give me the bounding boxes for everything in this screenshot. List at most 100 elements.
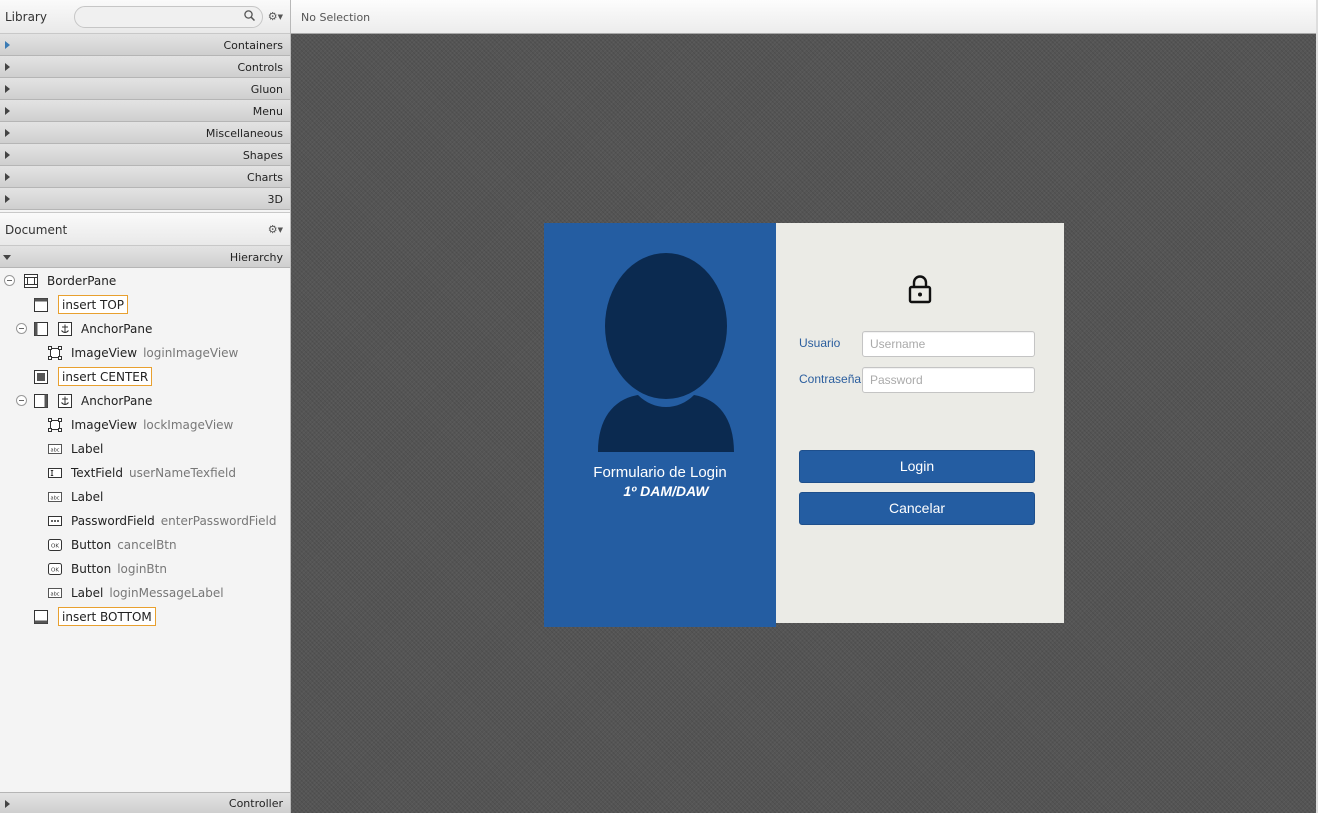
node-fx-id: loginMessageLabel (109, 586, 224, 600)
category-label: Miscellaneous (205, 127, 283, 140)
password-input[interactable] (862, 367, 1035, 393)
region-right-icon (34, 394, 48, 408)
expand-arrow-icon (5, 85, 10, 93)
insert-center-slot[interactable]: insert CENTER (58, 367, 153, 386)
collapse-toggle-icon[interactable] (16, 323, 27, 334)
tree-node-insert-top[interactable]: insert TOP (0, 293, 290, 317)
expand-arrow-icon (5, 195, 10, 203)
tree-node-label-message[interactable]: abc Label loginMessageLabel (0, 581, 290, 605)
tree-node-insert-bottom[interactable]: insert BOTTOM (0, 605, 290, 629)
collapse-arrow-icon (3, 255, 11, 260)
region-center-icon (34, 370, 48, 384)
tree-node-borderpane[interactable]: BorderPane (0, 269, 290, 293)
expand-arrow-icon (5, 800, 10, 808)
label-icon: abc (48, 492, 62, 502)
contrasena-label: Contraseña (799, 372, 862, 386)
collapse-toggle-icon[interactable] (16, 395, 27, 406)
tree-node-label: TextField userNameTexfield (71, 466, 236, 480)
library-category-shapes[interactable]: Shapes (0, 144, 290, 166)
tree-node-button-cancel[interactable]: OK Button cancelBtn (0, 533, 290, 557)
button-icon: OK (48, 563, 62, 575)
category-label: Controls (237, 61, 284, 74)
tree-node-anchorpane-1[interactable]: AnchorPane (0, 317, 290, 341)
svg-text:abc: abc (51, 448, 60, 454)
document-gear-icon[interactable]: ⚙▼ (268, 223, 283, 236)
form-title: Formulario de Login (593, 464, 727, 481)
tree-node-textfield[interactable]: TextField userNameTexfield (0, 461, 290, 485)
library-search-input[interactable] (74, 6, 263, 28)
tree-node-passwordfield[interactable]: PasswordField enterPasswordField (0, 509, 290, 533)
tree-node-label: AnchorPane (81, 322, 153, 336)
anchor-icon (58, 394, 72, 408)
library-category-gluon[interactable]: Gluon (0, 78, 290, 100)
category-label: Menu (252, 105, 283, 118)
tree-node-label: PasswordField enterPasswordField (71, 514, 277, 528)
library-category-miscellaneous[interactable]: Miscellaneous (0, 122, 290, 144)
library-category-3d[interactable]: 3D (0, 188, 290, 210)
search-icon[interactable] (244, 10, 255, 21)
tree-node-label: AnchorPane (81, 394, 153, 408)
document-title: Document (5, 223, 68, 237)
hierarchy-label: Hierarchy (229, 251, 283, 264)
node-type: TextField (71, 466, 123, 480)
tree-node-label: Button loginBtn (71, 562, 167, 576)
imageview-icon (48, 346, 62, 360)
cancel-button[interactable]: Cancelar (799, 492, 1035, 525)
login-button[interactable]: Login (799, 450, 1035, 483)
tree-node-button-login[interactable]: OK Button loginBtn (0, 557, 290, 581)
borderpane-icon (24, 274, 38, 288)
tree-node-imageview-login[interactable]: ImageView loginImageView (0, 341, 290, 365)
node-fx-id: enterPasswordField (160, 514, 277, 528)
region-left-icon (34, 322, 48, 336)
node-type: Label (71, 586, 104, 600)
node-type: ImageView (71, 418, 138, 432)
canvas-toolbar: No Selection (291, 0, 1316, 34)
library-category-containers[interactable]: Containers (0, 34, 290, 56)
node-fx-id: cancelBtn (117, 538, 177, 552)
node-type: PasswordField (71, 514, 155, 528)
document-header: Document ⚙▼ (0, 212, 290, 246)
category-label: Shapes (242, 149, 283, 162)
label-icon: abc (48, 588, 62, 598)
tree-node-label-usuario[interactable]: abc Label (0, 437, 290, 461)
region-top-icon (34, 298, 48, 312)
library-title: Library (5, 10, 47, 24)
textfield-icon (48, 468, 62, 478)
lock-icon (908, 275, 932, 304)
login-right-pane[interactable]: Usuario Contraseña Login Cancelar (776, 223, 1064, 623)
region-bottom-icon (34, 610, 48, 624)
library-gear-icon[interactable]: ⚙▼ (268, 10, 283, 23)
controller-section[interactable]: Controller (0, 792, 290, 813)
expand-arrow-icon (5, 63, 10, 71)
insert-bottom-slot[interactable]: insert BOTTOM (58, 607, 156, 626)
expand-arrow-icon (5, 173, 10, 181)
hierarchy-section[interactable]: Hierarchy (0, 246, 290, 268)
tree-node-label-contrasena[interactable]: abc Label (0, 485, 290, 509)
label-icon: abc (48, 444, 62, 454)
svg-text:abc: abc (51, 592, 60, 598)
username-input[interactable] (862, 331, 1035, 357)
tree-node-label: BorderPane (47, 274, 117, 288)
library-category-menu[interactable]: Menu (0, 100, 290, 122)
usuario-label: Usuario (799, 336, 841, 350)
anchor-icon (58, 322, 72, 336)
tree-node-label: Label loginMessageLabel (71, 586, 224, 600)
tree-node-label: Label (71, 442, 104, 456)
node-fx-id: userNameTexfield (128, 466, 237, 480)
library-category-controls[interactable]: Controls (0, 56, 290, 78)
category-label: Containers (223, 39, 284, 52)
user-silhouette-icon (598, 253, 734, 452)
tree-node-insert-center[interactable]: insert CENTER (0, 365, 290, 389)
tree-node-imageview-lock[interactable]: ImageView lockImageView (0, 413, 290, 437)
svg-text:OK: OK (51, 544, 59, 550)
login-left-pane[interactable]: Formulario de Login 1º DAM/DAW (544, 223, 776, 627)
passwordfield-icon (48, 516, 62, 526)
library-category-charts[interactable]: Charts (0, 166, 290, 188)
library-header: Library ⚙▼ (0, 0, 290, 34)
selection-status: No Selection (301, 11, 371, 24)
insert-top-slot[interactable]: insert TOP (58, 295, 129, 314)
tree-node-anchorpane-2[interactable]: AnchorPane (0, 389, 290, 413)
collapse-toggle-icon[interactable] (4, 275, 15, 286)
form-subtitle: 1º DAM/DAW (623, 483, 709, 499)
expand-arrow-icon (5, 151, 10, 159)
